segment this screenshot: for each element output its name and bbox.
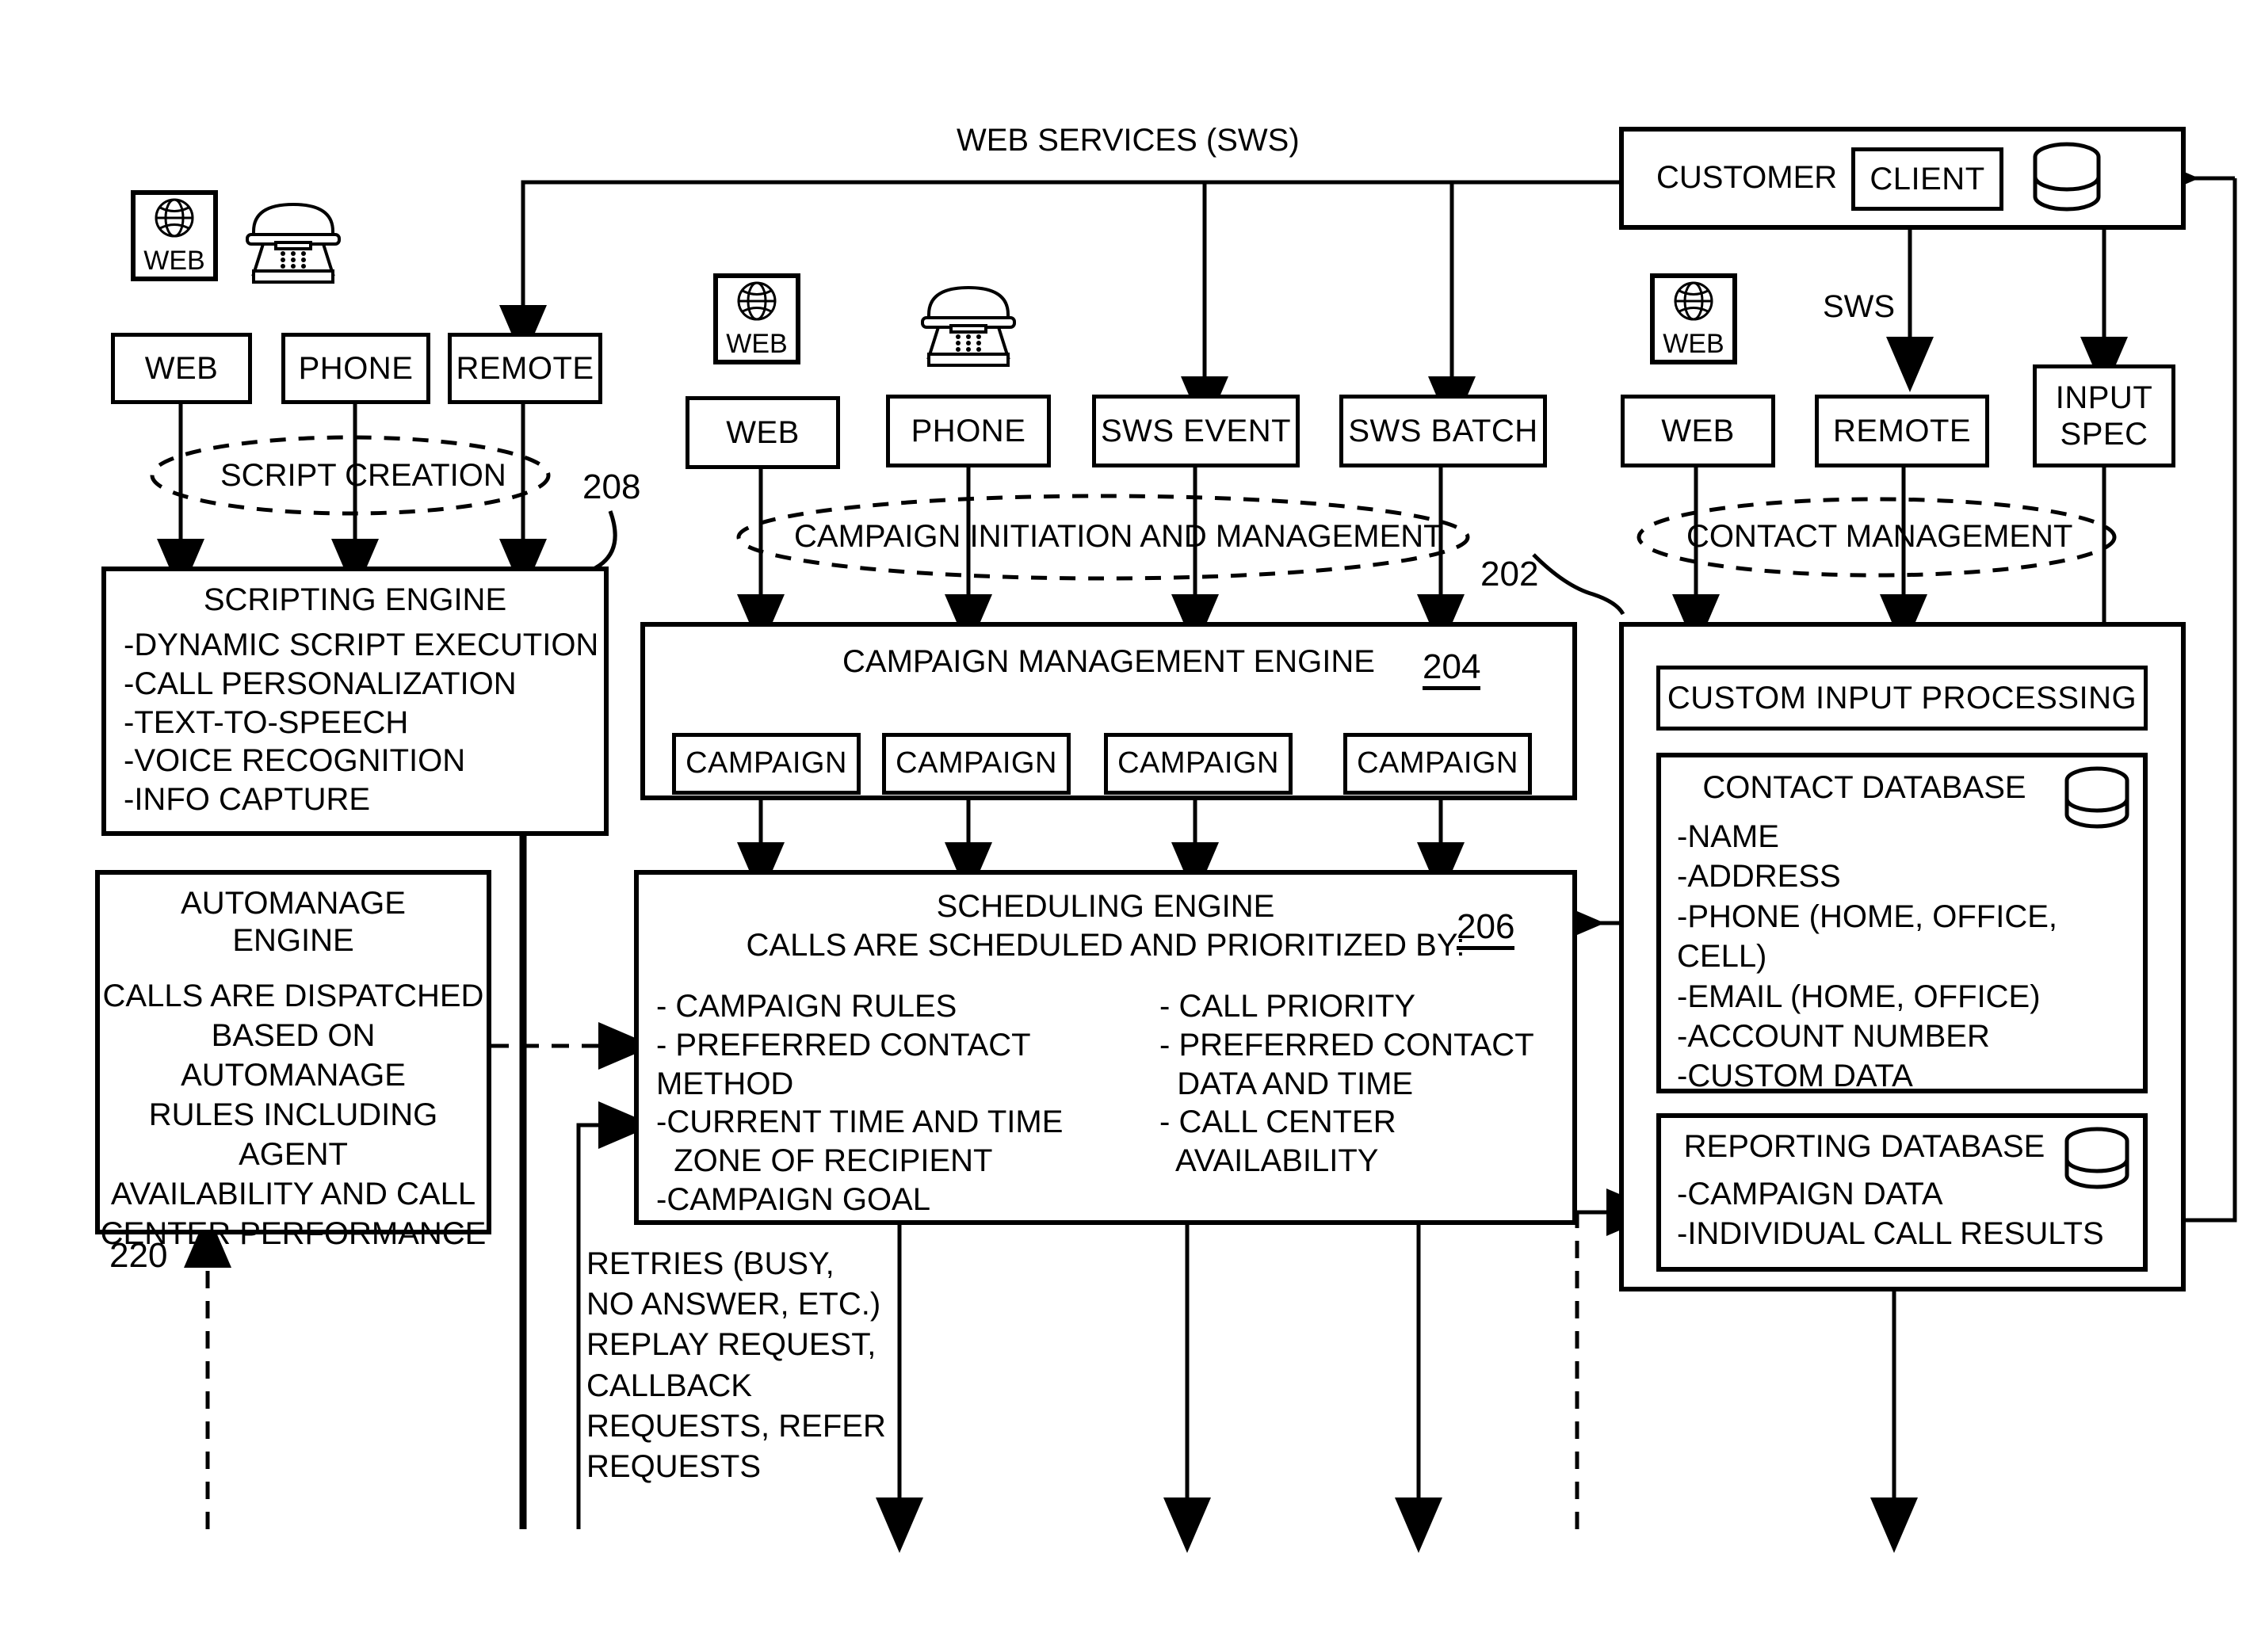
scheduling-engine-subtitle: CALLS ARE SCHEDULED AND PRIORITIZED BY:: [746, 928, 1465, 963]
middle-channel-box-phone[interactable]: PHONE: [886, 395, 1051, 467]
contact-database-item: -NAME: [1677, 819, 1779, 854]
contact-database-item: -PHONE (HOME, OFFICE, CELL): [1677, 898, 2057, 975]
scheduling-right-item: - CALL PRIORITY: [1159, 989, 1416, 1024]
left-channel-label-phone: PHONE: [298, 351, 414, 386]
middle-channel-label-sws-event: SWS EVENT: [1100, 414, 1292, 448]
scheduling-left-item: -CAMPAIGN GOAL: [656, 1181, 930, 1217]
middle-web-icon-label: WEB: [726, 329, 788, 359]
left-web-globe-iconbox: WEB: [131, 190, 218, 281]
scheduling-right-item: - CALL CENTER: [1159, 1105, 1396, 1140]
left-channel-box-remote[interactable]: REMOTE: [448, 333, 602, 404]
sws-label: SWS: [1823, 289, 1896, 324]
middle-telephone-icon: [921, 285, 1016, 367]
reference-number-204: 204: [1423, 650, 1481, 690]
retries-note-text: RETRIES (BUSY, NO ANSWER, ETC.) REPLAY R…: [586, 1246, 886, 1484]
scheduling-engine-box: SCHEDULING ENGINE CALLS ARE SCHEDULED AN…: [634, 870, 1577, 1225]
right-web-icon-label: WEB: [1663, 329, 1724, 359]
automanage-body-text: CALLS ARE DISPATCHED BASED ON AUTOMANAGE…: [100, 979, 487, 1251]
automanage-title-line2: ENGINE: [232, 923, 354, 958]
contact-database-box: CONTACT DATABASE -NAME -ADDRESS -PHONE (…: [1656, 753, 2148, 1093]
left-channel-box-web[interactable]: WEB: [111, 333, 252, 404]
script-creation-label: SCRIPT CREATION: [220, 458, 506, 493]
middle-channel-label-web: WEB: [726, 415, 800, 450]
patent-figure-canvas: WEB SERVICES (SWS) CUSTOMER CLIENT WEB W…: [0, 0, 2261, 1652]
campaign-label: CAMPAIGN: [896, 746, 1057, 780]
client-box[interactable]: CLIENT: [1851, 147, 2003, 211]
input-spec-label: INPUT SPEC: [2055, 380, 2153, 452]
automanage-engine-box: AUTOMANAGE ENGINE CALLS ARE DISPATCHED B…: [95, 870, 491, 1251]
scheduling-right-item: - PREFERRED CONTACT: [1159, 1027, 1534, 1063]
web-globe-icon: [155, 198, 194, 238]
right-channel-label-web: WEB: [1661, 414, 1735, 448]
reporting-database-item: -INDIVIDUAL CALL RESULTS: [1677, 1216, 2104, 1252]
scripting-engine-item: -VOICE RECOGNITION: [124, 743, 466, 779]
scripting-engine-box: SCRIPTING ENGINE -DYNAMIC SCRIPT EXECUTI…: [101, 567, 609, 836]
right-channel-box-web[interactable]: WEB: [1621, 395, 1775, 467]
middle-channel-box-sws-event[interactable]: SWS EVENT: [1092, 395, 1300, 467]
reference-number-202: 202: [1480, 555, 1539, 593]
reporting-database-title: REPORTING DATABASE: [1683, 1129, 2045, 1164]
campaign-initiation-label: CAMPAIGN INITIATION AND MANAGEMENT: [794, 519, 1443, 554]
contact-database-item: -ADDRESS: [1677, 859, 1841, 895]
scripting-engine-item: -INFO CAPTURE: [124, 782, 371, 818]
input-spec-box[interactable]: INPUT SPEC: [2033, 364, 2175, 467]
middle-channel-box-web[interactable]: WEB: [686, 396, 840, 469]
left-channel-label-web: WEB: [144, 351, 219, 386]
campaign-label: CAMPAIGN: [1117, 746, 1279, 780]
scheduling-left-item: ZONE OF RECIPIENT: [656, 1143, 993, 1179]
automanage-title-line1: AUTOMANAGE: [181, 886, 406, 921]
scripting-engine-item: -DYNAMIC SCRIPT EXECUTION: [124, 628, 599, 662]
scripting-engine-title: SCRIPTING ENGINE: [203, 582, 507, 617]
campaign-box[interactable]: CAMPAIGN: [672, 733, 861, 795]
left-telephone-icon: [246, 202, 341, 284]
scripting-engine-item: -TEXT-TO-SPEECH: [124, 704, 409, 740]
right-channel-label-remote: REMOTE: [1832, 414, 1972, 448]
campaign-box[interactable]: CAMPAIGN: [1104, 733, 1293, 795]
reference-number-208: 208: [582, 467, 641, 506]
scripting-engine-item: -CALL PERSONALIZATION: [124, 666, 517, 701]
campaign-label: CAMPAIGN: [686, 746, 847, 780]
left-web-icon-label: WEB: [143, 246, 205, 276]
reporting-database-item: -CAMPAIGN DATA: [1677, 1177, 1943, 1211]
reference-number-220: 220: [109, 1236, 168, 1275]
custom-input-processing-label: CUSTOM INPUT PROCESSING: [1667, 681, 2137, 715]
middle-web-globe-iconbox: WEB: [713, 273, 800, 364]
contact-management-label: CONTACT MANAGEMENT: [1686, 519, 2073, 554]
scheduling-right-item: DATA AND TIME: [1159, 1066, 1414, 1101]
contact-database-item: -EMAIL (HOME, OFFICE): [1677, 979, 2041, 1014]
middle-channel-label-sws-batch: SWS BATCH: [1348, 414, 1538, 448]
client-label: CLIENT: [1870, 162, 1985, 196]
left-channel-label-remote: REMOTE: [456, 351, 594, 386]
scheduling-engine-title: SCHEDULING ENGINE: [936, 889, 1275, 924]
web-globe-icon: [737, 281, 777, 321]
campaign-label: CAMPAIGN: [1357, 746, 1518, 780]
middle-channel-box-sws-batch[interactable]: SWS BATCH: [1339, 395, 1547, 467]
campaign-box[interactable]: CAMPAIGN: [882, 733, 1071, 795]
contact-database-title: CONTACT DATABASE: [1702, 770, 2026, 805]
scheduling-left-item: -CURRENT TIME AND TIME: [656, 1105, 1064, 1140]
web-services-header-label: WEB SERVICES (SWS): [957, 123, 1300, 158]
scheduling-right-item: AVAILABILITY: [1159, 1143, 1379, 1179]
customer-label: CUSTOMER: [1656, 160, 1838, 195]
campaign-box[interactable]: CAMPAIGN: [1343, 733, 1532, 795]
scheduling-left-item: - PREFERRED CONTACT METHOD: [656, 1027, 1030, 1101]
reporting-database-box: REPORTING DATABASE -CAMPAIGN DATA -INDIV…: [1656, 1113, 2148, 1272]
middle-channel-label-phone: PHONE: [911, 414, 1026, 448]
right-web-globe-iconbox: WEB: [1650, 273, 1737, 364]
reference-number-206: 206: [1457, 910, 1515, 950]
contact-database-item: -CUSTOM DATA: [1677, 1059, 1913, 1094]
right-channel-box-remote[interactable]: REMOTE: [1815, 395, 1989, 467]
custom-input-processing-box: CUSTOM INPUT PROCESSING: [1656, 666, 2148, 731]
scheduling-left-item: - CAMPAIGN RULES: [656, 989, 957, 1024]
left-channel-box-phone[interactable]: PHONE: [281, 333, 430, 404]
web-globe-icon: [1674, 281, 1713, 321]
contact-database-item: -ACCOUNT NUMBER: [1677, 1018, 1990, 1054]
